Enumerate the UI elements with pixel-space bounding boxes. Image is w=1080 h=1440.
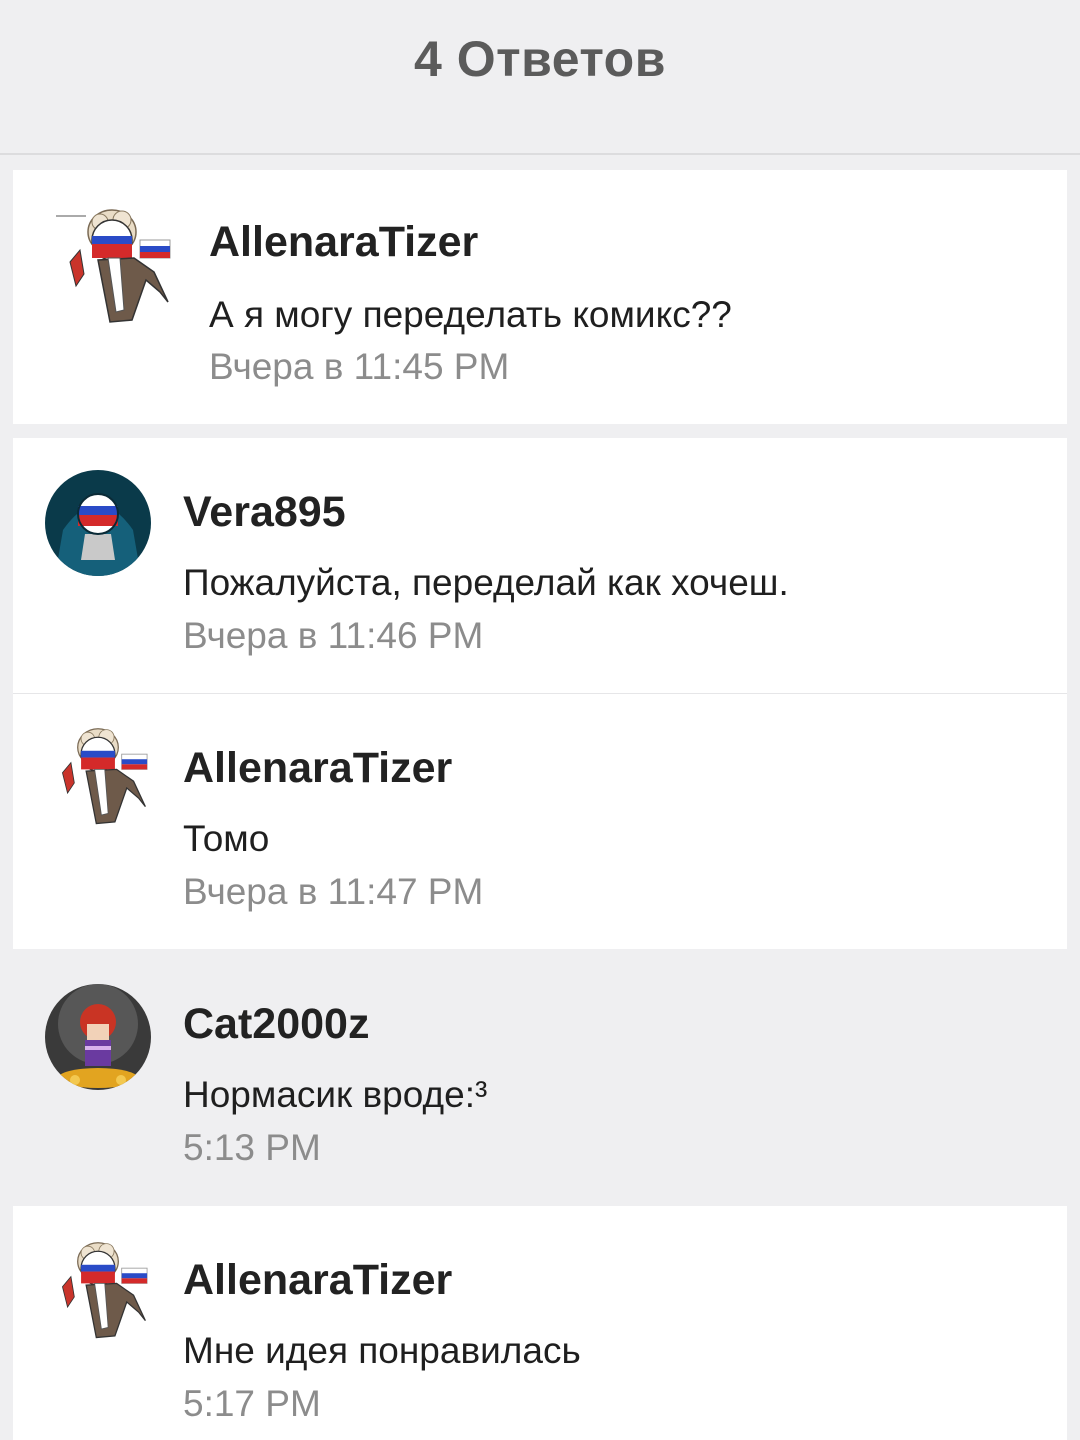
replies-header: 4 Ответов — [0, 0, 1080, 155]
reply-username[interactable]: AllenaraTizer — [183, 744, 452, 793]
avatar[interactable] — [45, 470, 151, 576]
reply-text: Нормасик вроде:³ — [183, 1074, 488, 1115]
parent-comment-card[interactable]: AllenaraTizer А я могу переделать комикс… — [13, 170, 1067, 424]
reply-item[interactable]: Vera895 Пожалуйста, переделай как хочеш.… — [13, 438, 1067, 693]
replies-count-title: 4 Ответов — [414, 31, 666, 87]
reply-username[interactable]: Vera895 — [183, 488, 346, 537]
reply-text: Пожалуйста, переделай как хочеш. — [183, 562, 789, 603]
red-hair-character-avatar-icon — [45, 984, 151, 1090]
reply-timestamp: Вчера в 11:47 PM — [183, 871, 484, 912]
reply-username[interactable]: AllenaraTizer — [183, 1256, 452, 1305]
avatar[interactable] — [45, 1236, 151, 1342]
reply-item[interactable]: AllenaraTizer Томо Вчера в 11:47 PM — [13, 694, 1067, 949]
comment-timestamp: Вчера в 11:45 PM — [209, 346, 510, 387]
avatar[interactable] — [50, 202, 174, 332]
reply-text: Мне идея понравилась — [183, 1330, 581, 1371]
replies-card: Vera895 Пожалуйста, переделай как хочеш.… — [13, 438, 1067, 949]
reply-card[interactable]: AllenaraTizer Мне идея понравилась 5:17 … — [13, 1206, 1067, 1440]
comment-username[interactable]: AllenaraTizer — [209, 218, 478, 267]
countryhuman-russia-avatar-icon — [61, 728, 148, 825]
countryhuman-russia-avatar-icon — [61, 1242, 148, 1339]
comment-text: А я могу переделать комикс?? — [209, 294, 732, 335]
reply-timestamp: 5:17 PM — [183, 1383, 321, 1424]
reply-timestamp: 5:13 PM — [183, 1127, 321, 1168]
reply-timestamp: Вчера в 11:46 PM — [183, 615, 484, 656]
hooded-russia-avatar-icon — [45, 470, 151, 576]
reply-username[interactable]: Cat2000z — [183, 1000, 369, 1049]
avatar[interactable] — [45, 722, 151, 828]
countryhuman-russia-avatar-icon — [56, 209, 171, 323]
reply-item[interactable]: Cat2000z Нормасик вроде:³ 5:13 PM — [13, 962, 1067, 1197]
reply-text: Томо — [183, 818, 270, 859]
avatar[interactable] — [45, 984, 151, 1090]
